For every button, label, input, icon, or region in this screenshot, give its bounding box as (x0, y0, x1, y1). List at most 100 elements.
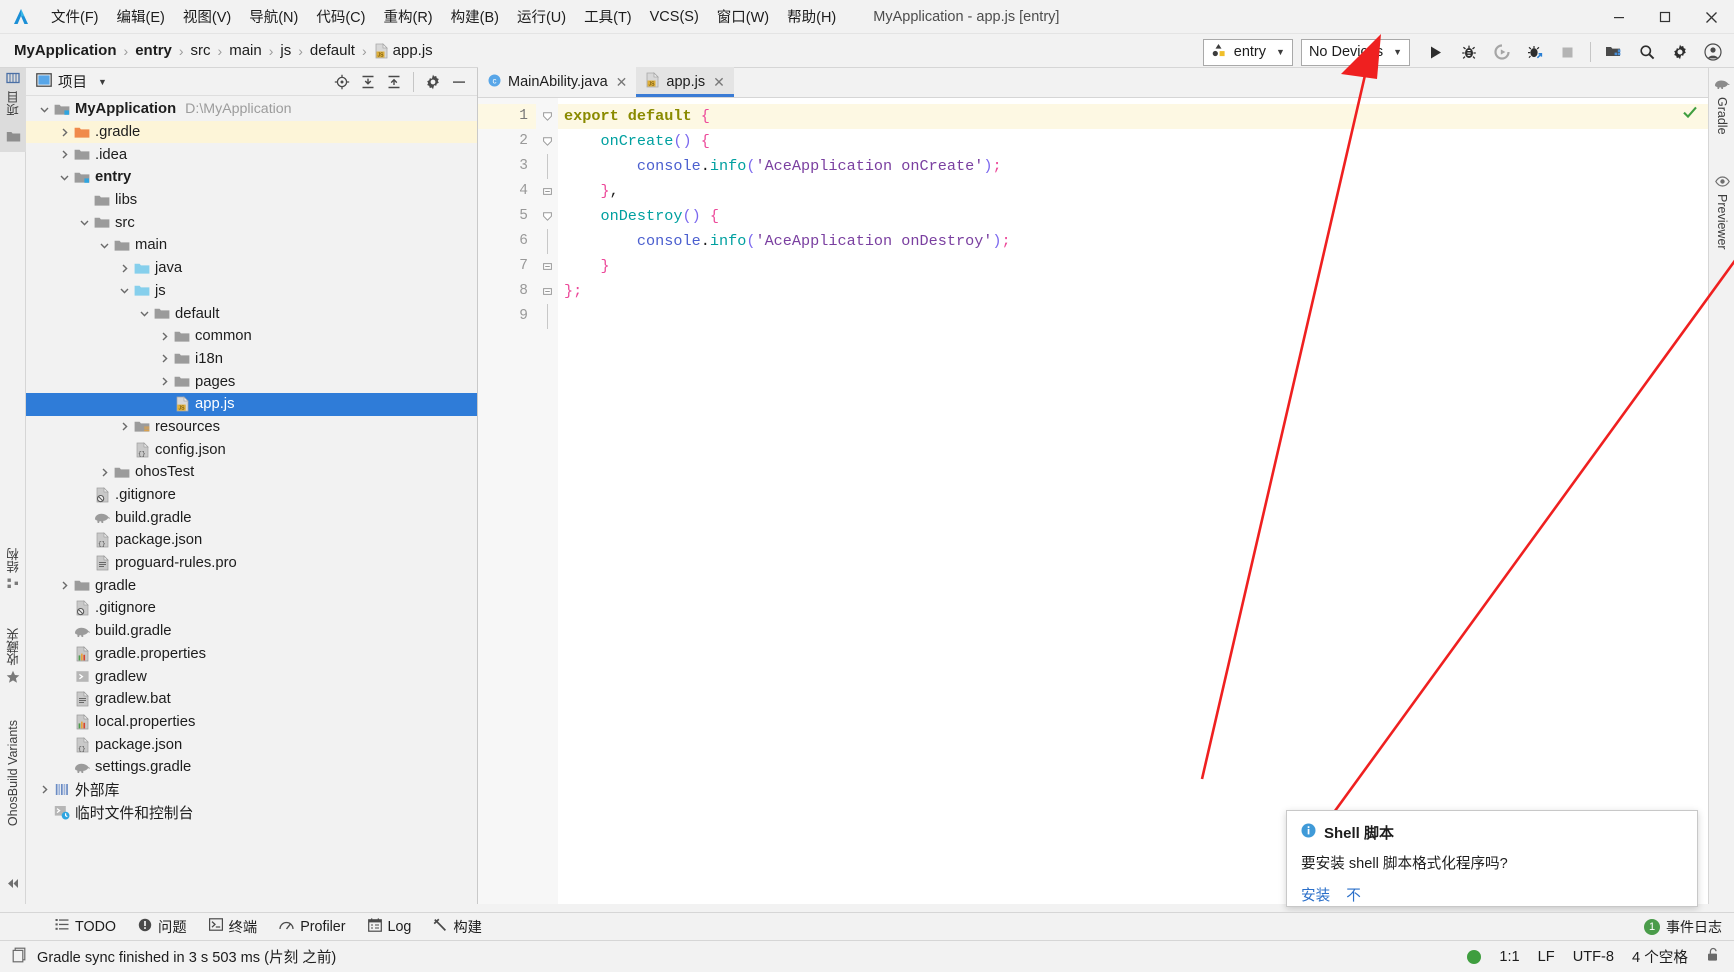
gear-icon[interactable] (421, 70, 445, 94)
tree-node-common[interactable]: common (26, 325, 477, 348)
chevron-right-icon[interactable] (56, 580, 72, 591)
tree-node-proguard-rules-pro[interactable]: proguard-rules.pro (26, 552, 477, 575)
hide-panel-icon[interactable] (447, 70, 471, 94)
menu-bar[interactable]: 文件(F) 编辑(E) 视图(V) 导航(N) 代码(C) 重构(R) 构建(B… (42, 0, 845, 34)
tree-node-myapplication[interactable]: MyApplication D:\MyApplication (26, 98, 477, 121)
status-message-area[interactable]: Gradle sync finished in 3 s 503 ms (片刻 之… (0, 946, 336, 967)
debug-button[interactable] (1453, 37, 1484, 67)
fold-collapse-icon[interactable] (536, 129, 558, 154)
sidebar-item-gradle[interactable]: Gradle (1709, 74, 1734, 158)
search-everywhere-button[interactable] (1631, 37, 1662, 67)
menu-tools[interactable]: 工具(T) (575, 3, 641, 30)
code-line[interactable]: onCreate() { (558, 129, 1708, 154)
code-line[interactable]: console.info('AceApplication onCreate'); (558, 154, 1708, 179)
code-folding-gutter[interactable] (536, 98, 558, 904)
tree-node-pages[interactable]: pages (26, 370, 477, 393)
device-selector[interactable]: No Devices ▼ (1300, 38, 1410, 66)
close-button[interactable] (1688, 0, 1734, 34)
tree-node--[interactable]: 临时文件和控制台 (26, 801, 477, 824)
menu-help[interactable]: 帮助(H) (778, 3, 845, 30)
tree-node-libs[interactable]: libs (26, 189, 477, 212)
breadcrumb-item-src[interactable]: src (191, 42, 211, 59)
inspection-ok-icon[interactable] (1682, 104, 1698, 123)
chevron-right-icon[interactable] (36, 784, 52, 795)
sidebar-item-previewer[interactable]: Previewer (1709, 172, 1734, 282)
maximize-button[interactable] (1642, 0, 1688, 34)
tree-node-ohostest[interactable]: ohosTest (26, 461, 477, 484)
chevron-down-icon[interactable] (96, 240, 112, 251)
tree-node-default[interactable]: default (26, 302, 477, 325)
breadcrumb-item-js[interactable]: js (280, 42, 291, 59)
chevron-down-icon[interactable] (76, 217, 92, 228)
file-encoding[interactable]: UTF-8 (1573, 949, 1614, 965)
sidebar-item-folder[interactable] (0, 126, 26, 152)
breadcrumb-item-appjs[interactable]: app.js (393, 42, 433, 59)
breadcrumb-item-entry[interactable]: entry (135, 42, 172, 59)
chevron-right-icon[interactable] (156, 353, 172, 364)
code-line[interactable]: onDestroy() { (558, 204, 1708, 229)
tool-window-log[interactable]: Log (357, 917, 423, 936)
close-icon[interactable]: ✕ (713, 74, 725, 91)
menu-window[interactable]: 窗口(W) (708, 3, 778, 30)
settings-button[interactable] (1664, 37, 1695, 67)
sidebar-item-structure[interactable]: 结构 (0, 544, 26, 616)
notification-install-link[interactable]: 安装 (1301, 884, 1330, 905)
editor-tab-app-js[interactable]: JS app.js ✕ (636, 67, 735, 97)
code-line[interactable]: }, (558, 179, 1708, 204)
sidebar-item-favorites[interactable]: 收藏夹 (0, 624, 26, 700)
code-editor[interactable]: 1 2 3 4 5 6 7 8 9 export default { onCreate() { … (478, 98, 1708, 904)
menu-view[interactable]: 视图(V) (174, 3, 240, 30)
caret-position[interactable]: 1:1 (1499, 949, 1519, 965)
tree-node-i18n[interactable]: i18n (26, 348, 477, 371)
menu-build[interactable]: 构建(B) (442, 3, 508, 30)
chevron-right-icon[interactable] (56, 127, 72, 138)
unlock-icon[interactable] (1706, 947, 1720, 966)
code-line[interactable]: } (558, 254, 1708, 279)
tree-node-build-gradle[interactable]: build.gradle (26, 506, 477, 529)
tree-node--gitignore[interactable]: .gitignore (26, 597, 477, 620)
chevron-right-icon[interactable] (116, 421, 132, 432)
fold-end-icon[interactable] (536, 179, 558, 204)
menu-navigate[interactable]: 导航(N) (240, 3, 307, 30)
chevron-down-icon[interactable]: ▼ (98, 77, 107, 87)
tree-node--gradle[interactable]: .gradle (26, 120, 477, 144)
breadcrumb-item-main[interactable]: main (229, 42, 262, 59)
tree-node-resources[interactable]: resources (26, 416, 477, 439)
tool-window-profiler[interactable]: Profiler (268, 919, 356, 935)
chevron-down-icon[interactable] (36, 104, 52, 115)
breadcrumb[interactable]: MyApplication › entry › src › main › js … (14, 42, 433, 59)
menu-vcs[interactable]: VCS(S) (641, 6, 708, 28)
breadcrumb-item-default[interactable]: default (310, 42, 355, 59)
chevron-right-icon[interactable] (116, 263, 132, 274)
editor-tab-mainability-java[interactable]: c MainAbility.java ✕ (478, 67, 637, 97)
tree-node-build-gradle[interactable]: build.gradle (26, 620, 477, 643)
tree-node-main[interactable]: main (26, 234, 477, 257)
menu-edit[interactable]: 编辑(E) (108, 3, 174, 30)
stop-button[interactable] (1552, 37, 1583, 67)
fold-collapse-icon[interactable] (536, 104, 558, 129)
tree-node-settings-gradle[interactable]: settings.gradle (26, 756, 477, 779)
tree-node-package-json[interactable]: {} package.json (26, 733, 477, 756)
fold-end-icon[interactable] (536, 254, 558, 279)
attach-debugger-button[interactable] (1486, 37, 1517, 67)
code-line[interactable]: }; (558, 279, 1708, 304)
tree-node--idea[interactable]: .idea (26, 143, 477, 166)
chevron-down-icon[interactable] (56, 172, 72, 183)
tree-node-config-json[interactable]: {} config.json (26, 438, 477, 461)
tree-node-gradle[interactable]: gradle (26, 574, 477, 597)
collapse-all-icon[interactable] (382, 70, 406, 94)
fold-end-icon[interactable] (536, 279, 558, 304)
memory-indicator[interactable] (1467, 949, 1482, 964)
fold-collapse-icon[interactable] (536, 204, 558, 229)
chevron-down-icon[interactable] (116, 285, 132, 296)
tree-node-js[interactable]: js (26, 280, 477, 303)
tool-window-terminal[interactable]: 终端 (198, 916, 269, 937)
tree-node-gradlew-bat[interactable]: gradlew.bat (26, 688, 477, 711)
code-line[interactable]: console.info('AceApplication onDestroy')… (558, 229, 1708, 254)
project-tree[interactable]: MyApplication D:\MyApplication .gradle .ide… (26, 96, 477, 824)
minimize-button[interactable] (1596, 0, 1642, 34)
collapse-all-icon[interactable] (0, 873, 26, 899)
breadcrumb-item-myapplication[interactable]: MyApplication (14, 42, 117, 59)
tool-window-problems[interactable]: 问题 (127, 916, 198, 937)
chevron-right-icon[interactable] (156, 331, 172, 342)
